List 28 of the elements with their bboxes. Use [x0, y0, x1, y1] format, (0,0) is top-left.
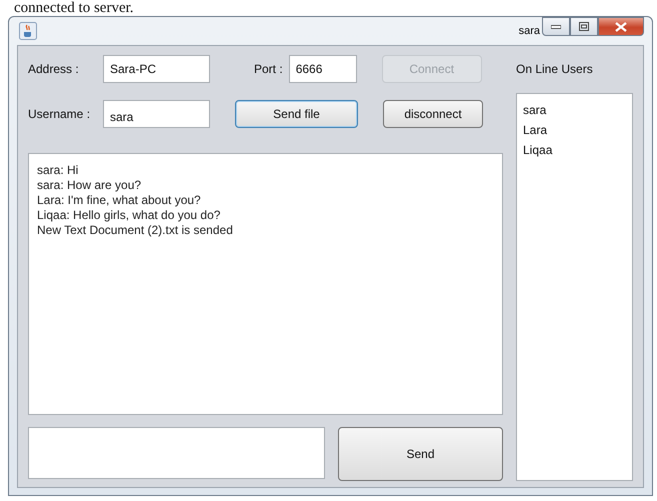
caption-text: connected to server.	[13, 0, 135, 16]
maximize-button[interactable]	[570, 17, 598, 36]
port-field[interactable]: 6666	[288, 55, 357, 83]
users-title: On Line Users	[516, 61, 594, 78]
minimize-button[interactable]	[542, 17, 570, 36]
user-item[interactable]: Lara	[523, 120, 632, 140]
window-title: sara	[518, 25, 540, 37]
message-input[interactable]	[28, 427, 325, 479]
chat-message: New Text Document (2).txt is sended	[37, 223, 234, 238]
coffee-cup-icon	[19, 22, 37, 40]
username-label: Username :	[28, 107, 92, 121]
send-file-button[interactable]: Send file	[235, 100, 358, 128]
user-item[interactable]: Liqaa	[523, 140, 632, 160]
minimize-icon	[551, 24, 561, 28]
user-item[interactable]: sara	[523, 100, 632, 120]
chat-message: Liqaa: Hello girls, what do you do?	[37, 208, 222, 223]
username-field[interactable]: sara	[103, 100, 210, 128]
close-button[interactable]	[598, 17, 644, 36]
address-label: Address :	[28, 62, 80, 76]
port-label: Port :	[254, 62, 283, 76]
send-button[interactable]: Send	[338, 427, 503, 481]
chat-message: Lara: I'm fine, what about you?	[37, 193, 202, 208]
disconnect-button[interactable]: disconnect	[383, 100, 483, 128]
maximize-icon	[579, 22, 589, 31]
chat-message: sara: Hi	[37, 163, 80, 178]
close-icon	[615, 22, 627, 32]
address-field[interactable]: Sara-PC	[103, 55, 210, 83]
chat-message: sara: How are you?	[37, 178, 142, 193]
